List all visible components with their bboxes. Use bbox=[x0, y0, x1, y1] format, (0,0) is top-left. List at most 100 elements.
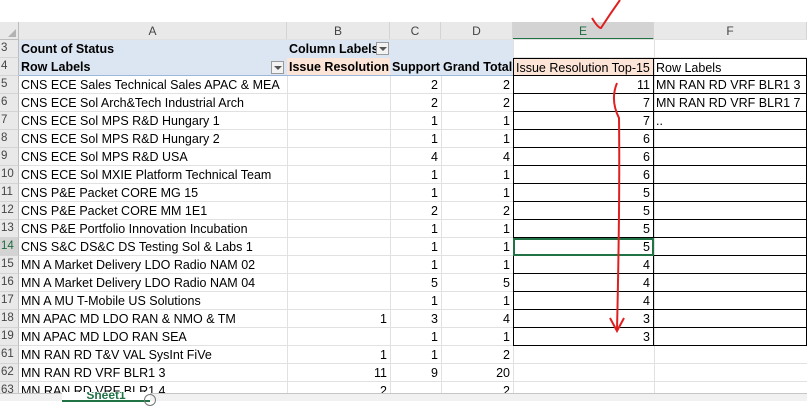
row-header-12[interactable]: 12 bbox=[0, 202, 19, 220]
f-cell[interactable]: MN RAN RD VRF BLR1 3 bbox=[654, 76, 807, 94]
f-cell[interactable] bbox=[654, 310, 807, 328]
f-cell[interactable] bbox=[654, 292, 807, 310]
f-cell[interactable] bbox=[654, 202, 807, 220]
pivot-total-value[interactable]: 1 bbox=[441, 328, 513, 346]
pivot-issue-value[interactable] bbox=[287, 220, 390, 238]
f-cell[interactable] bbox=[654, 130, 807, 148]
pivot-support-value[interactable]: 5 bbox=[390, 274, 441, 292]
row-header-5[interactable]: 5 bbox=[0, 76, 19, 94]
row-header-13[interactable]: 13 bbox=[0, 220, 19, 238]
pivot-issue-value[interactable] bbox=[287, 76, 390, 94]
sheet-tab[interactable]: Sheet1 bbox=[62, 392, 150, 402]
f-cell[interactable] bbox=[654, 238, 807, 256]
column-header-c[interactable]: C bbox=[390, 22, 441, 40]
pivot-total-value[interactable]: 2 bbox=[441, 346, 513, 364]
f-cell[interactable] bbox=[654, 274, 807, 292]
f-cell[interactable]: MN RAN RD VRF BLR1 7 bbox=[654, 94, 807, 112]
f-cell[interactable] bbox=[654, 166, 807, 184]
column-labels-filter-button[interactable] bbox=[376, 42, 389, 55]
e-column-header-cell[interactable]: Issue Resolution Top-15 bbox=[513, 58, 654, 76]
pivot-support-value[interactable]: 3 bbox=[390, 310, 441, 328]
pivot-issue-value[interactable] bbox=[287, 184, 390, 202]
pivot-support-value[interactable]: 9 bbox=[390, 364, 441, 382]
column-header-e[interactable]: E bbox=[513, 22, 654, 40]
pivot-row-label[interactable]: CNS ECE Sol MPS R&D Hungary 2 bbox=[19, 130, 287, 148]
pivot-support-value[interactable]: 1 bbox=[390, 256, 441, 274]
row-header-14[interactable]: 14 bbox=[0, 238, 19, 256]
f-cell[interactable] bbox=[654, 328, 807, 346]
pivot-issue-value[interactable] bbox=[287, 292, 390, 310]
row-header-8[interactable]: 8 bbox=[0, 130, 19, 148]
e-cell-value[interactable]: 3 bbox=[513, 328, 654, 346]
pivot-support-value[interactable]: 2 bbox=[390, 76, 441, 94]
pivot-total-value[interactable]: 4 bbox=[441, 148, 513, 166]
f-cell[interactable] bbox=[654, 148, 807, 166]
pivot-issue-value[interactable] bbox=[287, 202, 390, 220]
pivot-support-value[interactable]: 1 bbox=[390, 184, 441, 202]
e-cell-value[interactable]: 7 bbox=[513, 94, 654, 112]
e-cell-value[interactable]: 5 bbox=[513, 202, 654, 220]
e-cell-value[interactable]: 5 bbox=[513, 220, 654, 238]
column-header-d[interactable]: D bbox=[441, 22, 513, 40]
pivot-support-value[interactable]: 1 bbox=[390, 130, 441, 148]
f-cell[interactable]: .. bbox=[654, 112, 807, 130]
pivot-row-label[interactable]: MN RAN RD VRF BLR1 3 bbox=[19, 364, 287, 382]
pivot-total-value[interactable]: 1 bbox=[441, 220, 513, 238]
pivot-row-label[interactable]: CNS ECE Sol MXIE Platform Technical Team bbox=[19, 166, 287, 184]
pivot-row-label[interactable]: CNS ECE Sol MPS R&D USA bbox=[19, 148, 287, 166]
f-cell[interactable] bbox=[654, 184, 807, 202]
pivot-support-value[interactable]: 2 bbox=[390, 94, 441, 112]
e-cell-value[interactable]: 4 bbox=[513, 256, 654, 274]
pivot-row-label[interactable]: MN A Market Delivery LDO Radio NAM 04 bbox=[19, 274, 287, 292]
pivot-support-value[interactable]: 1 bbox=[390, 112, 441, 130]
pivot-support-value[interactable]: 2 bbox=[390, 202, 441, 220]
pivot-issue-value[interactable] bbox=[287, 274, 390, 292]
row-header-7[interactable]: 7 bbox=[0, 112, 19, 130]
pivot-total-value[interactable]: 1 bbox=[441, 184, 513, 202]
pivot-row-label[interactable]: CNS ECE Sol Arch&Tech Industrial Arch bbox=[19, 94, 287, 112]
row-header-62[interactable]: 62 bbox=[0, 364, 19, 382]
pivot-row-label[interactable]: MN APAC MD LDO RAN SEA bbox=[19, 328, 287, 346]
add-sheet-icon[interactable] bbox=[144, 394, 156, 406]
e-cell-value[interactable]: 3 bbox=[513, 310, 654, 328]
row-header-18[interactable]: 18 bbox=[0, 310, 19, 328]
pivot-issue-value[interactable] bbox=[287, 148, 390, 166]
e-cell-value[interactable]: 6 bbox=[513, 148, 654, 166]
pivot-row-label[interactable]: CNS ECE Sales Technical Sales APAC & MEA bbox=[19, 76, 287, 94]
row-header-3[interactable]: 3 bbox=[0, 40, 19, 58]
f-cell[interactable] bbox=[654, 256, 807, 274]
row-header-16[interactable]: 16 bbox=[0, 274, 19, 292]
column-header-b[interactable]: B bbox=[287, 22, 390, 40]
row-header-10[interactable]: 10 bbox=[0, 166, 19, 184]
pivot-row-label[interactable]: MN A MU T-Mobile US Solutions bbox=[19, 292, 287, 310]
e-cell-value[interactable]: 6 bbox=[513, 130, 654, 148]
pivot-row-label[interactable]: CNS S&C DS&C DS Testing Sol & Labs 1 bbox=[19, 238, 287, 256]
pivot-total-value[interactable]: 2 bbox=[441, 94, 513, 112]
e-cell-value[interactable]: 5 bbox=[513, 184, 654, 202]
pivot-row-label[interactable]: MN RAN RD T&V VAL SysInt FiVe bbox=[19, 346, 287, 364]
pivot-total-value[interactable]: 1 bbox=[441, 130, 513, 148]
pivot-row-label[interactable]: CNS P&E Portfolio Innovation Incubation bbox=[19, 220, 287, 238]
pivot-total-value[interactable]: 20 bbox=[441, 364, 513, 382]
column-header-a[interactable]: A bbox=[19, 22, 287, 40]
row-header-15[interactable]: 15 bbox=[0, 256, 19, 274]
pivot-support-value[interactable]: 1 bbox=[390, 166, 441, 184]
pivot-issue-value[interactable] bbox=[287, 256, 390, 274]
pivot-support-value[interactable]: 4 bbox=[390, 148, 441, 166]
e-cell-value[interactable]: 7 bbox=[513, 112, 654, 130]
e-cell-value[interactable]: 6 bbox=[513, 166, 654, 184]
pivot-row-label[interactable]: CNS ECE Sol MPS R&D Hungary 1 bbox=[19, 112, 287, 130]
e-cell-value[interactable]: 5 bbox=[513, 238, 654, 256]
pivot-row-label[interactable]: MN APAC MD LDO RAN & NMO & TM bbox=[19, 310, 287, 328]
pivot-issue-value[interactable]: 1 bbox=[287, 346, 390, 364]
select-all-corner[interactable] bbox=[0, 22, 19, 40]
row-header-9[interactable]: 9 bbox=[0, 148, 19, 166]
row-header-19[interactable]: 19 bbox=[0, 328, 19, 346]
pivot-issue-value[interactable] bbox=[287, 94, 390, 112]
pivot-support-value[interactable]: 1 bbox=[390, 220, 441, 238]
pivot-issue-value[interactable] bbox=[287, 166, 390, 184]
pivot-total-value[interactable]: 5 bbox=[441, 274, 513, 292]
row-header-11[interactable]: 11 bbox=[0, 184, 19, 202]
pivot-total-value[interactable]: 1 bbox=[441, 112, 513, 130]
pivot-row-label[interactable]: MN A Market Delivery LDO Radio NAM 02 bbox=[19, 256, 287, 274]
